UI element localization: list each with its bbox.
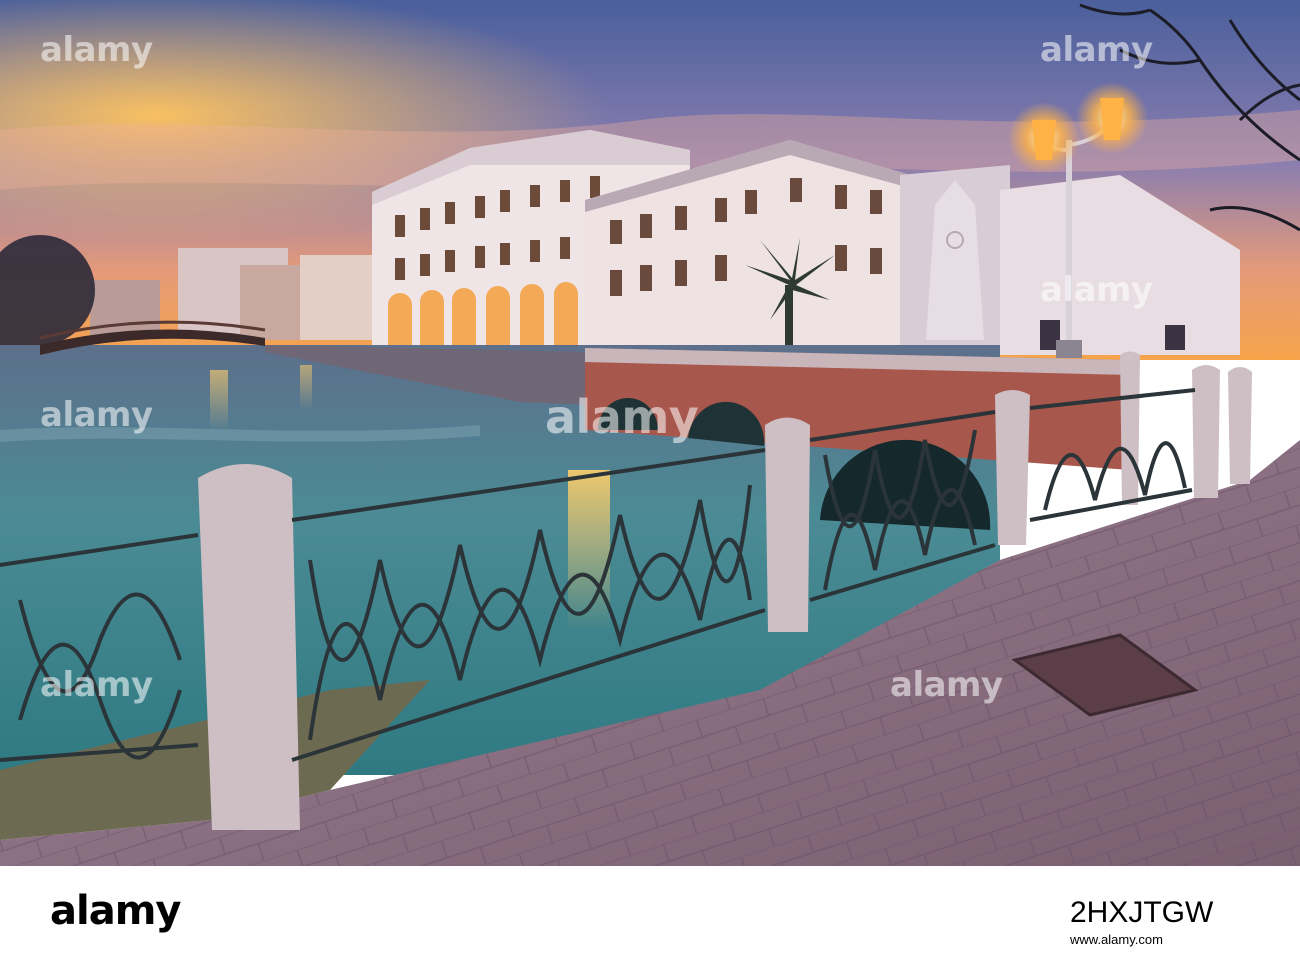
watermark-text: alamy: [1040, 30, 1153, 70]
watermark-text: alamy: [40, 395, 153, 435]
alamy-logo[interactable]: alamy: [50, 888, 181, 934]
watermark-text: alamy: [40, 665, 153, 705]
site-url[interactable]: www.alamy.com: [1070, 932, 1163, 947]
watermark-text: alamy: [545, 390, 699, 444]
stock-photo: alamy alamy alamy alamy alamy alamy alam…: [0, 0, 1300, 866]
watermark-text: alamy: [890, 665, 1003, 705]
image-id: 2HXJTGW: [1070, 896, 1214, 929]
watermark-text: alamy: [40, 30, 153, 70]
footer-bar: alamy 2HXJTGW www.alamy.com: [0, 866, 1300, 956]
watermark-text: alamy: [1040, 270, 1153, 310]
